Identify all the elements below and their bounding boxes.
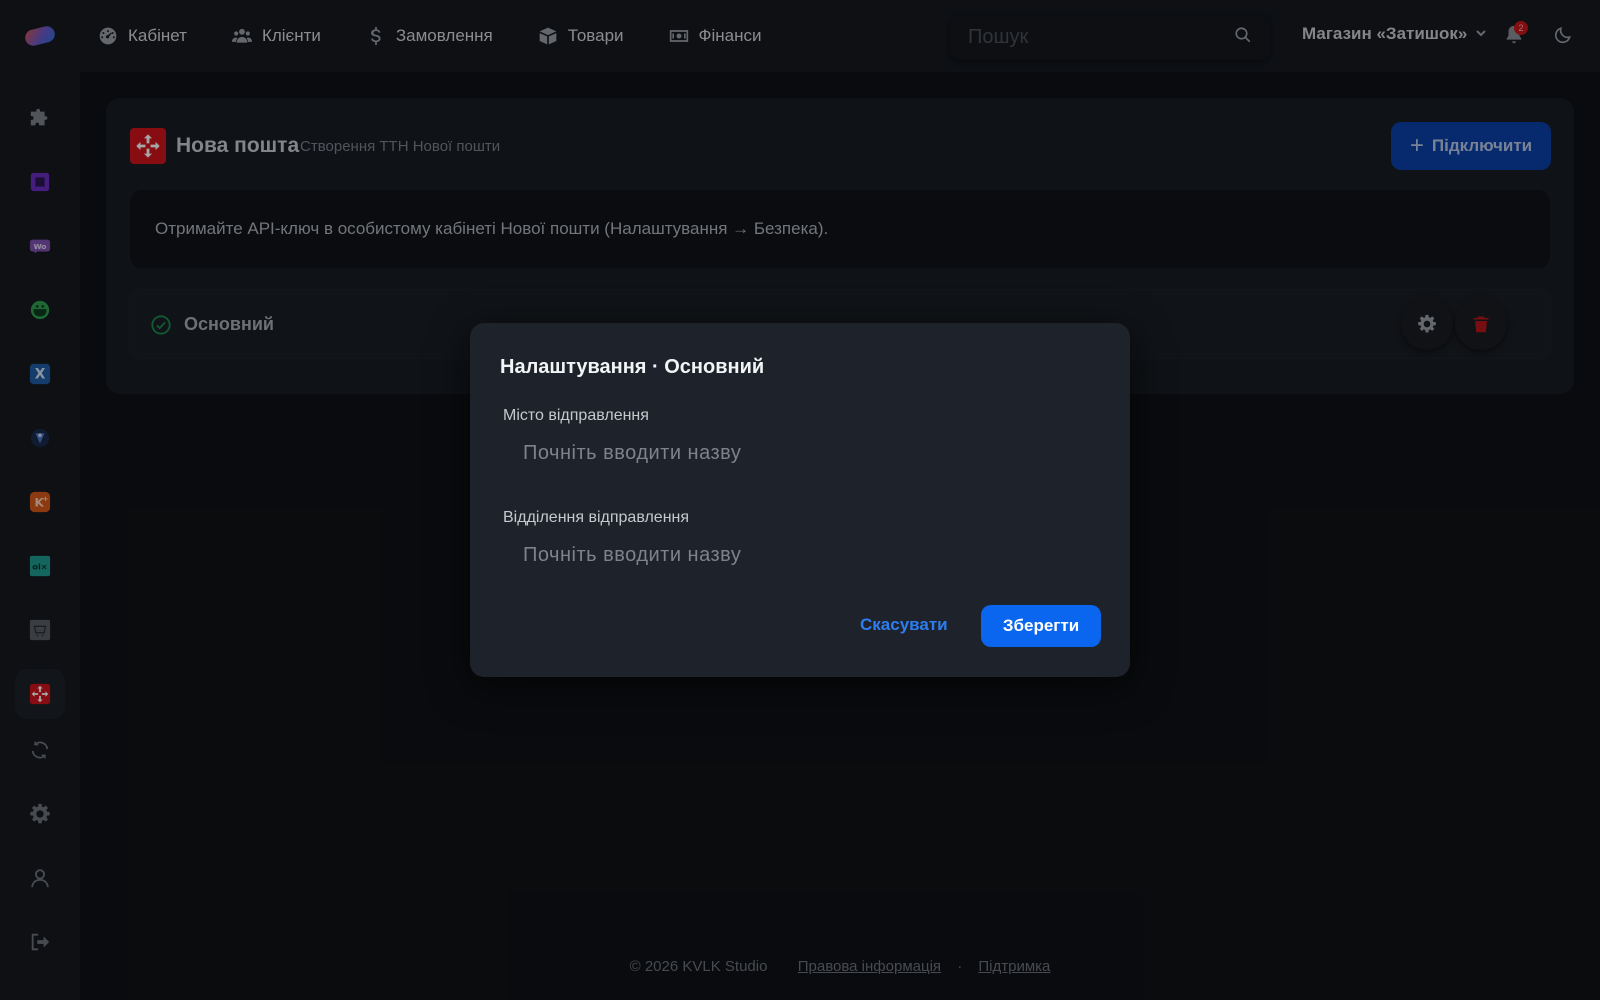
city-input[interactable] — [503, 431, 1097, 475]
save-button[interactable]: Зберегти — [981, 605, 1101, 647]
modal-title: Налаштування · Основний — [500, 356, 765, 378]
settings-modal: Налаштування · Основний Місто відправлен… — [470, 323, 1130, 677]
branch-input[interactable] — [503, 533, 1097, 577]
city-label: Місто відправлення — [503, 407, 649, 424]
cancel-button[interactable]: Скасувати — [850, 605, 958, 645]
branch-label: Відділення відправлення — [503, 509, 690, 526]
